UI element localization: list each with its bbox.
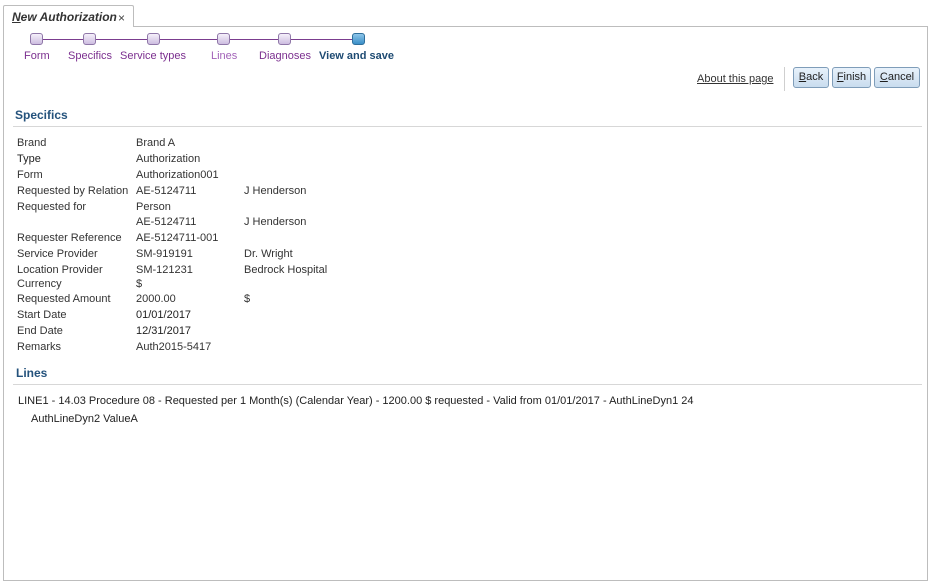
lines-divider xyxy=(13,384,922,385)
row-label: End Date xyxy=(17,325,63,337)
train-label-diagnoses[interactable]: Diagnoses xyxy=(259,50,311,62)
lines-section-title: Lines xyxy=(16,366,48,380)
row-value: 01/01/2017 xyxy=(136,309,192,321)
specifics-row-requested-for: Requested for Person xyxy=(17,201,617,215)
row-label: Remarks xyxy=(17,341,62,353)
cancel-button[interactable]: Cancel xyxy=(874,67,920,88)
row-extra: J Henderson xyxy=(244,216,307,228)
tab-new-authorization[interactable]: New Authorization × xyxy=(3,5,134,27)
specifics-row-service-provider: Service Provider SM-919191 Dr. Wright xyxy=(17,248,617,262)
row-value: AE-5124711-001 xyxy=(136,232,219,244)
train-stop-view-and-save xyxy=(352,33,365,45)
row-label: Location Provider xyxy=(17,264,103,276)
specifics-row-type: Type Authorization xyxy=(17,153,617,167)
row-value: Person xyxy=(136,201,171,213)
row-label: Form xyxy=(17,169,43,181)
specifics-row-start-date: Start Date 01/01/2017 xyxy=(17,309,617,323)
specifics-row-requested-by-relation: Requested by Relation AE-5124711 J Hende… xyxy=(17,185,617,199)
specifics-row-requested-for-id: AE-5124711 J Henderson xyxy=(17,216,617,230)
specifics-row-currency: Currency $ xyxy=(17,278,617,292)
train-stop-form[interactable] xyxy=(30,33,43,45)
back-button[interactable]: Back xyxy=(793,67,829,88)
row-value: 2000.00 xyxy=(136,293,176,305)
row-value: SM-919191 xyxy=(136,248,193,260)
row-label: Requester Reference xyxy=(17,232,122,244)
specifics-row-remarks: Remarks Auth2015-5417 xyxy=(17,341,617,355)
specifics-section-title: Specifics xyxy=(15,108,68,122)
train-label-service-types[interactable]: Service types xyxy=(120,50,186,62)
row-label: Service Provider xyxy=(17,248,98,260)
train-label-specifics[interactable]: Specifics xyxy=(68,50,112,62)
row-value: AE-5124711 xyxy=(136,185,197,197)
row-value: SM-121231 xyxy=(136,264,193,276)
row-extra: $ xyxy=(244,293,251,305)
page: New Authorization × Form Specifics Servi… xyxy=(0,0,931,584)
row-label: Currency xyxy=(17,278,62,290)
row-value: $ xyxy=(136,278,143,290)
row-value: Auth2015-5417 xyxy=(136,341,212,353)
row-extra: Bedrock Hospital xyxy=(244,264,328,276)
train-stop-specifics[interactable] xyxy=(83,33,96,45)
about-this-page-link[interactable]: About this page xyxy=(697,73,773,85)
specifics-row-location-provider: Location Provider SM-121231 Bedrock Hosp… xyxy=(17,264,617,278)
row-extra: J Henderson xyxy=(244,185,307,197)
toolbar-separator xyxy=(784,67,785,91)
train-label-view-and-save: View and save xyxy=(319,50,395,62)
train-stop-lines[interactable] xyxy=(217,33,230,45)
row-value: Brand A xyxy=(136,137,176,149)
specifics-divider xyxy=(13,126,922,127)
row-extra: Dr. Wright xyxy=(244,248,293,260)
train-stop-diagnoses[interactable] xyxy=(278,33,291,45)
row-label: Type xyxy=(17,153,41,165)
row-label: Brand xyxy=(17,137,47,149)
specifics-row-form: Form Authorization001 xyxy=(17,169,617,183)
close-icon[interactable]: × xyxy=(118,12,125,24)
specifics-row-requested-amount: Requested Amount 2000.00 $ xyxy=(17,293,617,307)
row-value: Authorization xyxy=(136,153,201,165)
specifics-row-end-date: End Date 12/31/2017 xyxy=(17,325,617,339)
row-label: Requested by Relation xyxy=(17,185,129,197)
train-stop-service-types[interactable] xyxy=(147,33,160,45)
specifics-row-brand: Brand Brand A xyxy=(17,137,617,151)
line-item-summary: LINE1 - 14.03 Procedure 08 - Requested p… xyxy=(18,395,694,407)
row-value: 12/31/2017 xyxy=(136,325,192,337)
row-value: Authorization001 xyxy=(136,169,219,181)
row-label: Start Date xyxy=(17,309,67,321)
row-value: AE-5124711 xyxy=(136,216,197,228)
train-label-lines[interactable]: Lines xyxy=(211,50,237,62)
row-label: Requested Amount xyxy=(17,293,111,305)
specifics-row-requester-reference: Requester Reference AE-5124711-001 xyxy=(17,232,617,246)
row-label: Requested for xyxy=(17,201,87,213)
finish-button[interactable]: Finish xyxy=(832,67,871,88)
train-label-form[interactable]: Form xyxy=(24,50,50,62)
tab-title: New Authorization xyxy=(12,10,117,24)
line-item-detail: AuthLineDyn2 ValueA xyxy=(31,413,138,425)
